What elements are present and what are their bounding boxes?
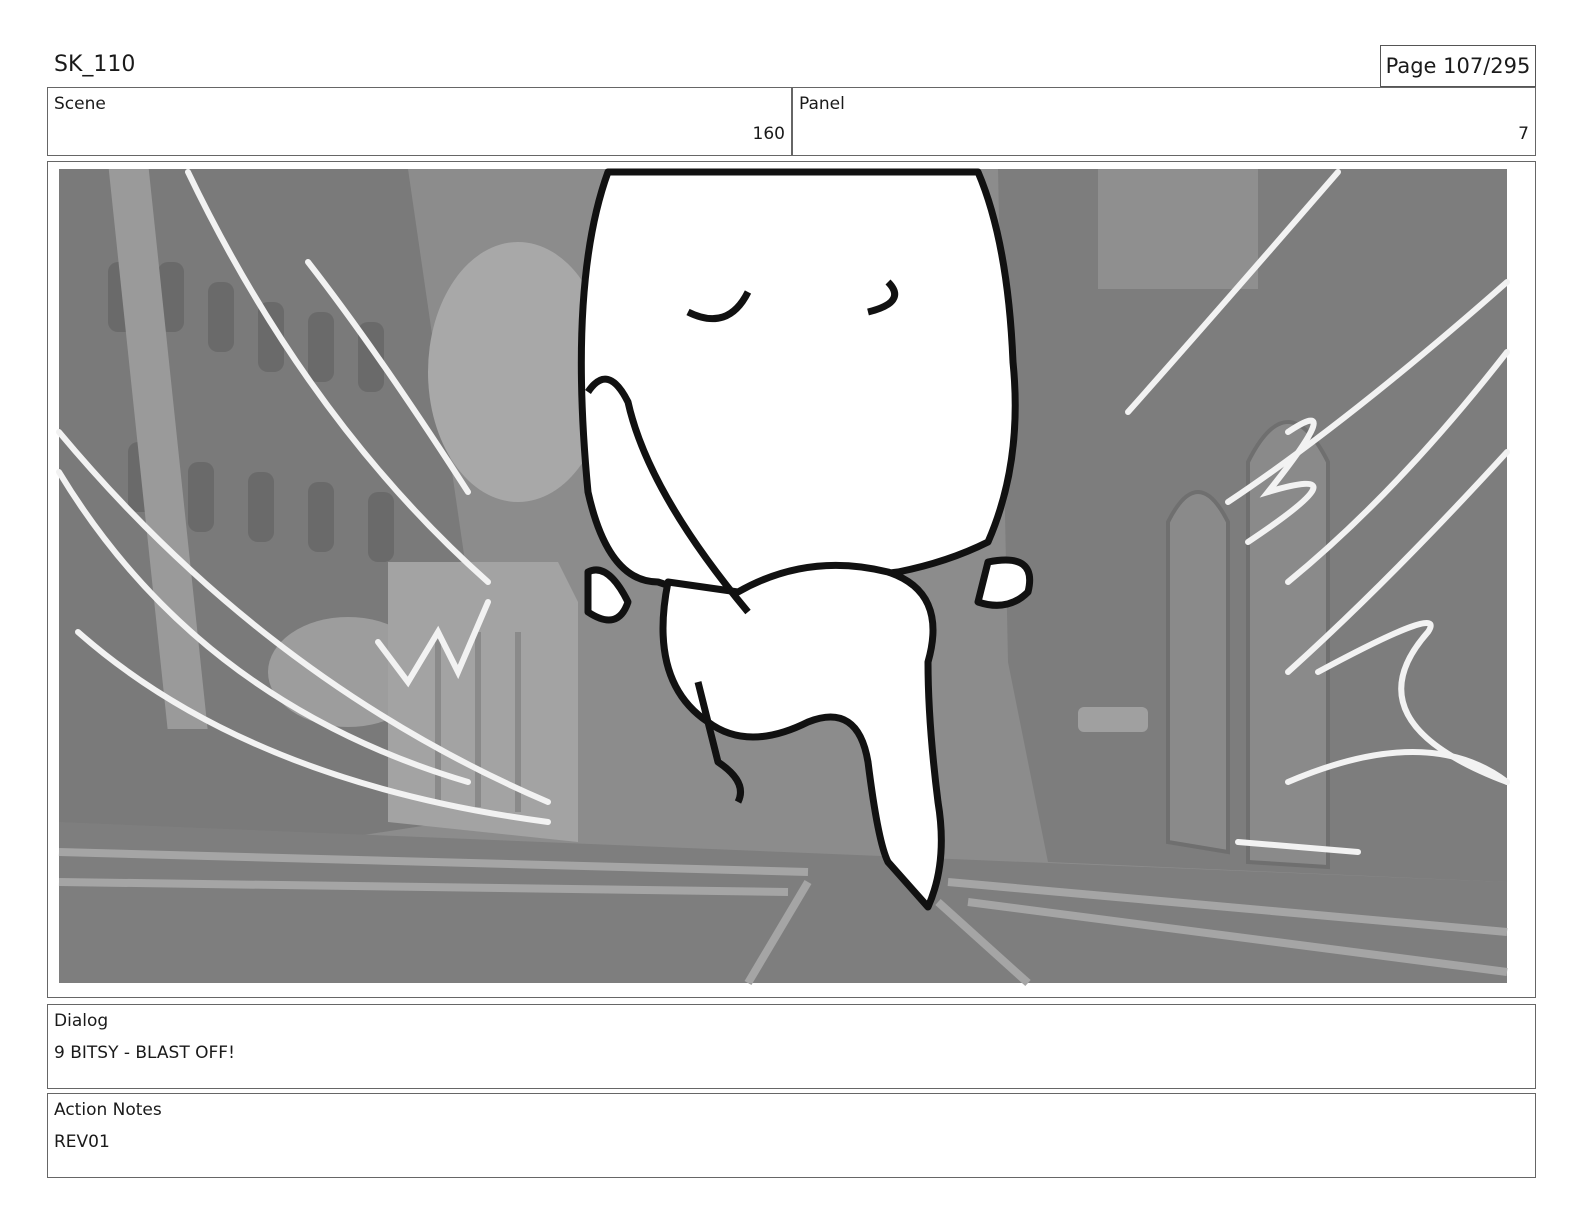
action-notes-text: REV01 [54,1132,110,1152]
sequence-title: SK_110 [54,52,136,77]
panel-number: 7 [1518,124,1529,144]
dialog-label: Dialog [54,1011,109,1031]
panel-field: Panel 7 [792,87,1536,156]
storyboard-frame [47,161,1536,998]
scene-field: Scene 160 [47,87,792,156]
scene-label: Scene [54,94,106,114]
scene-number: 160 [752,124,785,144]
action-notes-field: Action Notes REV01 [47,1093,1536,1178]
action-notes-label: Action Notes [54,1100,162,1120]
page-indicator: Page 107/295 [1380,45,1536,87]
dialog-field: Dialog 9 BITSY - BLAST OFF! [47,1004,1536,1089]
storyboard-drawing [56,168,1510,986]
dialog-text: 9 BITSY - BLAST OFF! [54,1043,235,1063]
panel-label: Panel [799,94,845,114]
